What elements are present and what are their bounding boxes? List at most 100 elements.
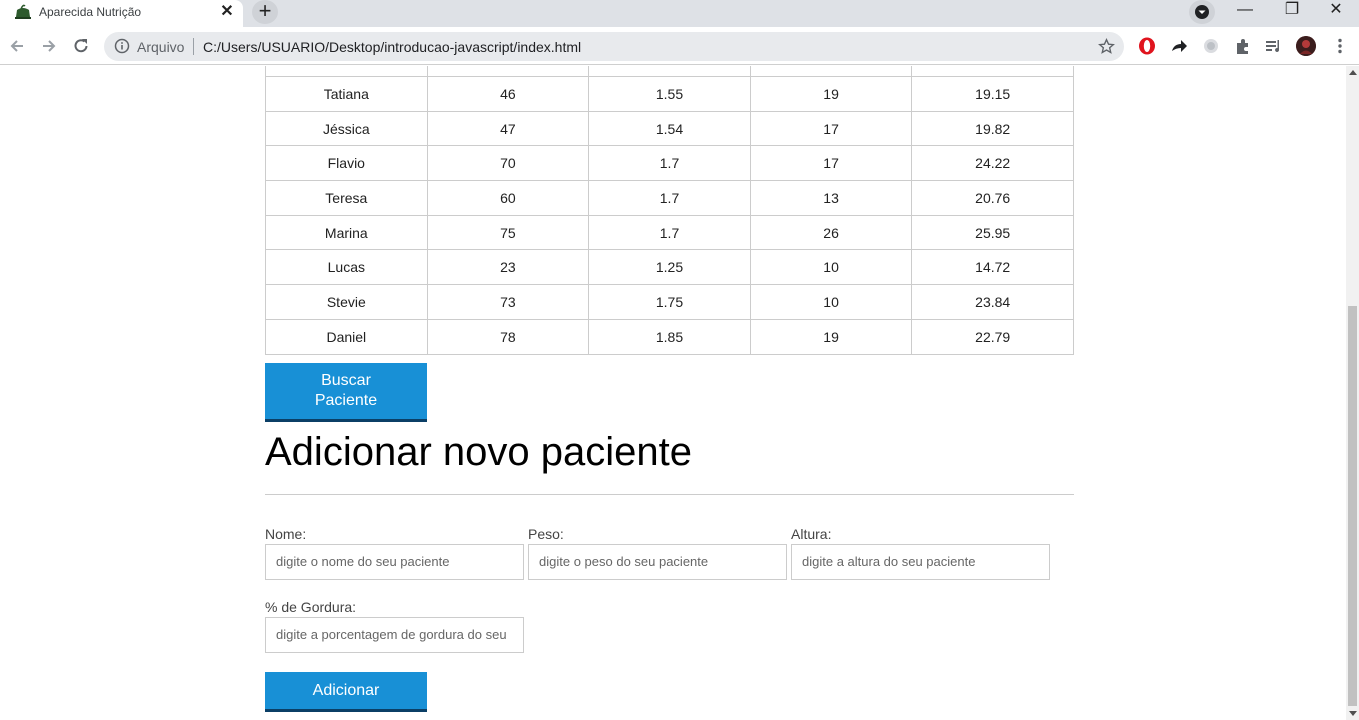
patients-table-body: Tatiana 46 1.55 19 19.15 Jéssica 47 1.54 17 19.82… (265, 66, 1074, 355)
patient-height-cell: 1.7 (588, 180, 751, 216)
address-divider (193, 38, 194, 55)
search-button-label-line2: Paciente (314, 392, 378, 409)
tab-title: Aparecida Nutrição (39, 5, 142, 19)
patient-height-cell: 1.7 (588, 145, 751, 182)
table-cell (265, 66, 428, 77)
address-bar[interactable]: Arquivo C:/Users/USUARIO/Desktop/introdu… (104, 32, 1124, 61)
patient-imc-cell: 24.22 (911, 145, 1074, 182)
peso-input[interactable]: digite o peso do seu paciente (528, 544, 787, 580)
patient-weight-cell: 47 (426, 110, 590, 147)
profile-avatar[interactable] (1296, 36, 1316, 56)
chevron-down-icon (1195, 5, 1209, 19)
altura-label: Altura: (791, 526, 832, 542)
star-icon[interactable] (1098, 38, 1115, 55)
patients-table: Tatiana 46 1.55 19 19.15 Jéssica 47 1.54 17 19.82… (265, 66, 1074, 355)
patient-weight-cell: 78 (426, 318, 590, 355)
search-button-label-line1: Buscar (321, 372, 371, 389)
patient-height-cell: 1.85 (588, 318, 751, 355)
section-divider (265, 494, 1074, 495)
table-cell (911, 66, 1074, 77)
scrollbar-thumb[interactable] (1348, 306, 1357, 706)
patient-height-cell: 1.54 (588, 110, 751, 147)
nome-label: Nome: (265, 526, 307, 542)
table-cell (749, 66, 913, 77)
avatar-icon (1296, 36, 1316, 56)
page-viewport: Tatiana 46 1.55 19 19.15 Jéssica 47 1.54 17 19.82… (0, 66, 1346, 720)
table-row: Marina 75 1.7 26 25.95 (265, 214, 1074, 251)
patient-imc-cell: 20.76 (911, 180, 1074, 216)
patient-height-cell: 1.55 (588, 76, 751, 112)
browser-tab[interactable]: Aparecida Nutrição ✕ (0, 0, 243, 27)
patient-fat-cell: 26 (749, 214, 913, 251)
patient-name-cell: Lucas (265, 249, 428, 286)
patient-name-cell: Teresa (265, 180, 428, 216)
table-row: Teresa 60 1.7 13 20.76 (265, 180, 1074, 216)
patient-weight-cell: 46 (426, 76, 590, 112)
patient-height-cell: 1.75 (588, 284, 751, 320)
add-patient-button[interactable]: Adicionar (265, 672, 427, 712)
minimize-button[interactable]: — (1222, 0, 1268, 24)
patient-name-cell: Flavio (265, 145, 428, 182)
table-row (265, 66, 1074, 77)
patient-weight-cell: 23 (426, 249, 590, 286)
table-cell (426, 66, 590, 77)
patient-height-cell: 1.7 (588, 214, 751, 251)
search-patient-button[interactable]: Buscar Paciente (265, 363, 427, 422)
patient-weight-cell: 73 (426, 284, 590, 320)
restore-button[interactable]: ❐ (1269, 0, 1315, 24)
reload-icon[interactable] (71, 36, 91, 56)
patient-weight-cell: 60 (426, 180, 590, 216)
patient-weight-cell: 75 (426, 214, 590, 251)
table-row: Lucas 23 1.25 10 14.72 (265, 249, 1074, 286)
tab-search-button[interactable] (1189, 0, 1215, 24)
page-scrollbar[interactable] (1346, 66, 1359, 720)
table-row: Tatiana 46 1.55 19 19.15 (265, 76, 1074, 112)
record-icon[interactable] (1201, 36, 1221, 56)
opera-icon[interactable] (1137, 36, 1157, 56)
info-icon[interactable] (114, 38, 130, 54)
patient-fat-cell: 13 (749, 180, 913, 216)
patient-height-cell: 1.25 (588, 249, 751, 286)
patient-name-cell: Tatiana (265, 76, 428, 112)
altura-input[interactable]: digite a altura do seu paciente (791, 544, 1050, 580)
share-arrow-icon[interactable] (1169, 36, 1189, 56)
tab-strip: Aparecida Nutrição ✕ + — ❐ ✕ (0, 0, 1359, 27)
url-text[interactable]: C:/Users/USUARIO/Desktop/introducao-java… (203, 39, 581, 55)
patient-name-cell: Jéssica (265, 110, 428, 147)
patient-fat-cell: 10 (749, 249, 913, 286)
menu-kebab-icon[interactable] (1330, 36, 1350, 56)
patient-name-cell: Marina (265, 214, 428, 251)
table-row: Daniel 78 1.85 19 22.79 (265, 318, 1074, 355)
security-label: Arquivo (137, 39, 185, 55)
tab-close-button[interactable]: ✕ (218, 3, 236, 21)
close-window-button[interactable]: ✕ (1313, 0, 1359, 24)
extensions-puzzle-icon[interactable] (1233, 36, 1253, 56)
patient-fat-cell: 19 (749, 318, 913, 355)
patient-imc-cell: 22.79 (911, 318, 1074, 355)
nome-input[interactable]: digite o nome do seu paciente (265, 544, 524, 580)
back-arrow-icon[interactable] (7, 36, 27, 56)
gordura-input[interactable]: digite a porcentagem de gordura do seu (265, 617, 524, 653)
patient-name-cell: Daniel (265, 318, 428, 355)
patient-fat-cell: 17 (749, 145, 913, 182)
favicon-icon (15, 4, 31, 19)
forward-arrow-icon[interactable] (39, 36, 59, 56)
scroll-up-arrow-icon[interactable] (1349, 70, 1357, 75)
patient-fat-cell: 17 (749, 110, 913, 147)
peso-label: Peso: (528, 526, 564, 542)
patient-imc-cell: 25.95 (911, 214, 1074, 251)
patient-imc-cell: 19.15 (911, 76, 1074, 112)
gordura-label: % de Gordura: (265, 599, 357, 615)
table-row: Jéssica 47 1.54 17 19.82 (265, 110, 1074, 147)
patient-imc-cell: 23.84 (911, 284, 1074, 320)
new-tab-button[interactable]: + (252, 0, 278, 24)
patient-name-cell: Stevie (265, 284, 428, 320)
patient-fat-cell: 19 (749, 76, 913, 112)
patient-weight-cell: 70 (426, 145, 590, 182)
browser-toolbar: Arquivo C:/Users/USUARIO/Desktop/introdu… (0, 27, 1359, 65)
table-row: Stevie 73 1.75 10 23.84 (265, 284, 1074, 320)
table-row: Flavio 70 1.7 17 24.22 (265, 145, 1074, 182)
patient-fat-cell: 10 (749, 284, 913, 320)
media-queue-icon[interactable] (1264, 36, 1284, 56)
scroll-down-arrow-icon[interactable] (1349, 711, 1357, 716)
